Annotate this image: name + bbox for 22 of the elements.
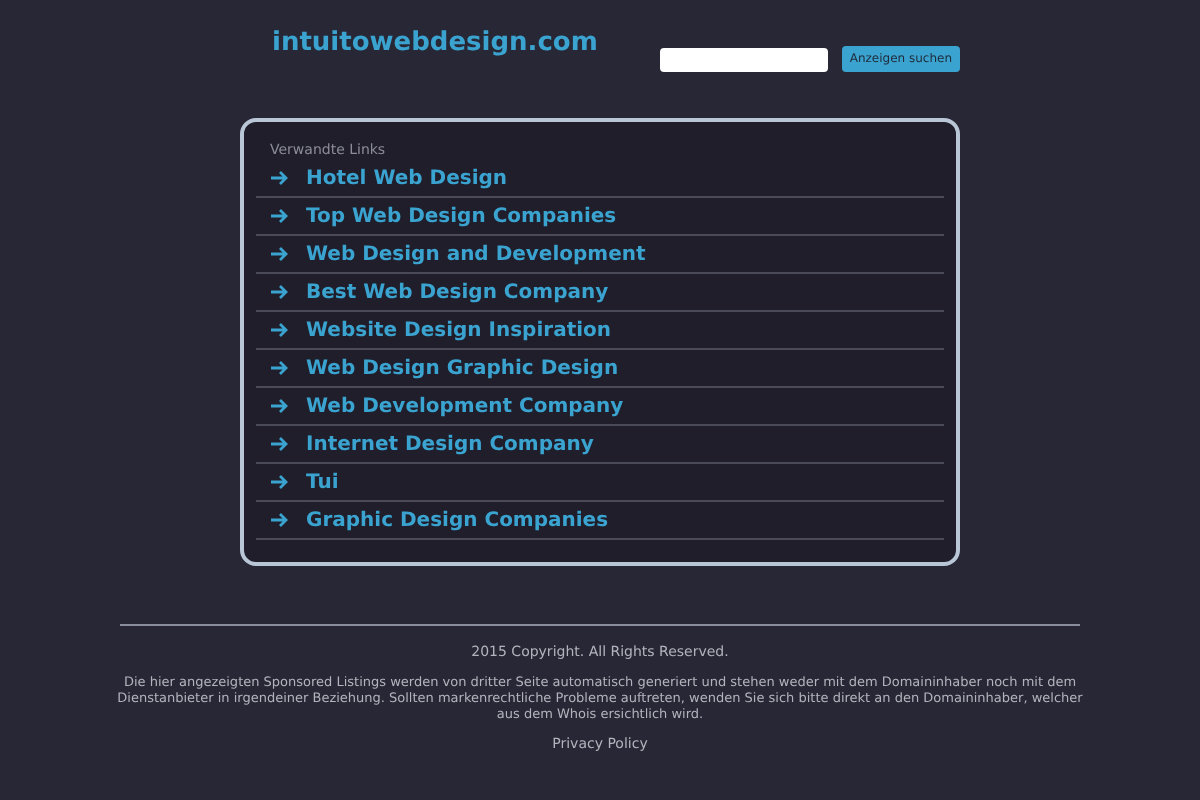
arrow-icon xyxy=(270,170,288,186)
related-link[interactable]: Best Web Design Company xyxy=(306,277,609,307)
site-title[interactable]: intuitowebdesign.com xyxy=(272,24,598,64)
related-link[interactable]: Web Development Company xyxy=(306,391,624,421)
search-field[interactable] xyxy=(659,48,828,72)
arrow-icon xyxy=(270,322,288,338)
related-link[interactable]: Tui xyxy=(306,467,339,497)
arrow-icon xyxy=(270,512,288,528)
arrow-icon xyxy=(270,284,288,300)
arrow-icon xyxy=(270,208,288,224)
arrow-icon xyxy=(270,398,288,414)
arrow-icon xyxy=(270,360,288,376)
related-link[interactable]: Graphic Design Companies xyxy=(306,505,609,535)
related-link[interactable]: Internet Design Company xyxy=(306,429,594,459)
arrow-icon xyxy=(270,474,288,490)
related-link[interactable]: Top Web Design Companies xyxy=(306,201,617,231)
related-link[interactable]: Web Design Graphic Design xyxy=(306,353,619,383)
related-link[interactable]: Website Design Inspiration xyxy=(306,315,612,345)
related-link[interactable]: Hotel Web Design xyxy=(306,163,508,193)
arrow-icon xyxy=(270,246,288,262)
arrow-icon xyxy=(270,436,288,452)
related-link[interactable]: Web Design and Development xyxy=(306,239,646,269)
